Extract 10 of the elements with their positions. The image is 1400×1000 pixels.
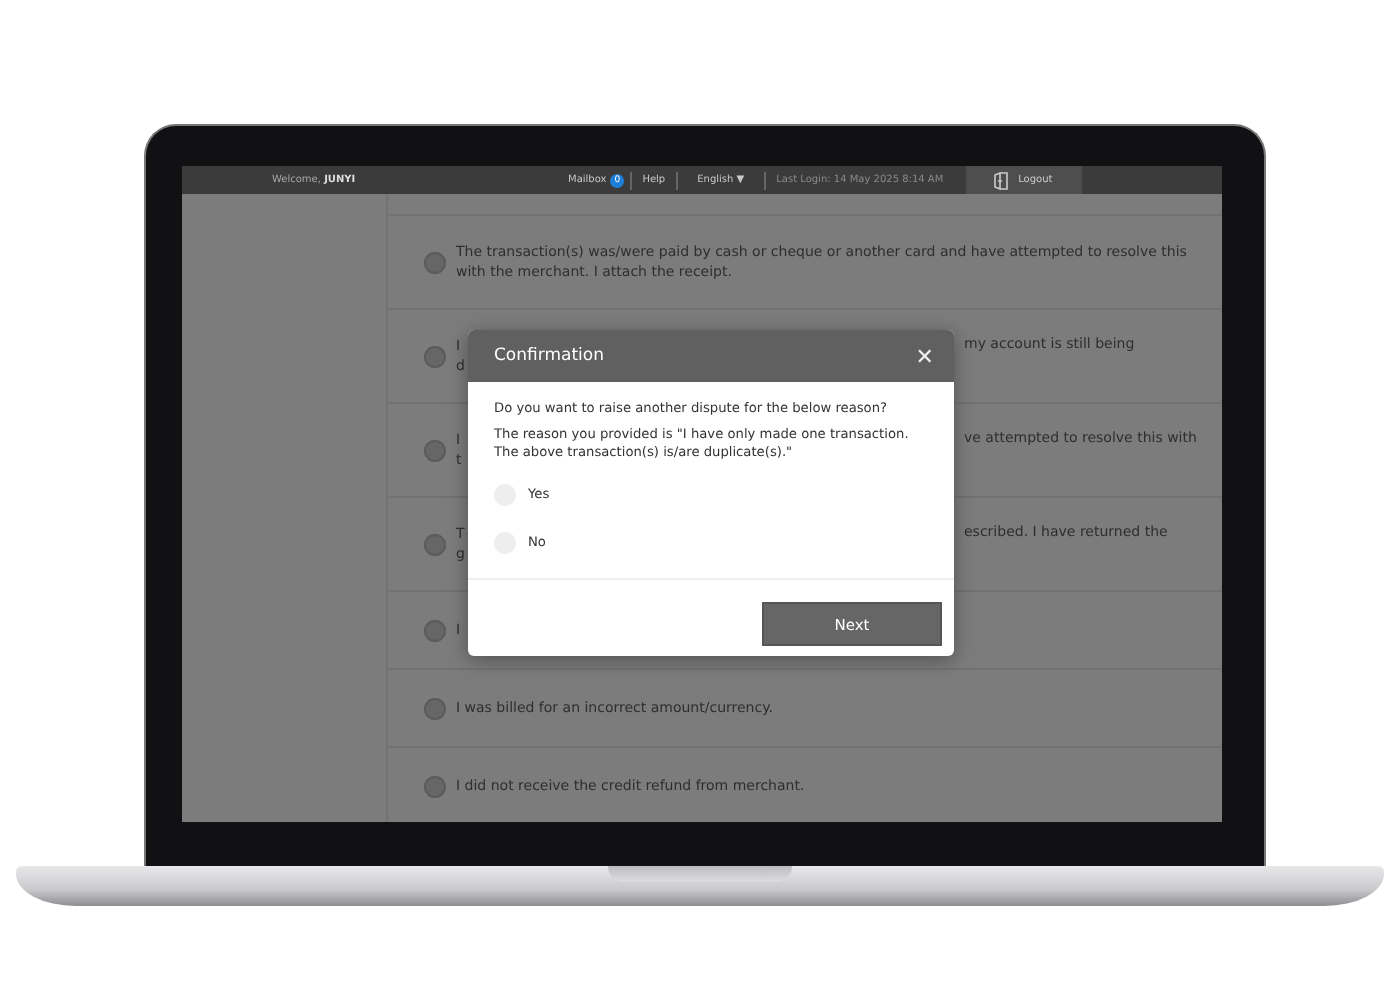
logout-icon xyxy=(994,171,1009,189)
radio-button[interactable] xyxy=(424,697,446,719)
radio-button[interactable] xyxy=(424,345,446,367)
radio-button[interactable] xyxy=(424,439,446,461)
radio-button[interactable] xyxy=(424,619,446,641)
radio-button[interactable] xyxy=(424,251,446,273)
dialog-title: Confirmation xyxy=(494,346,604,366)
radio-button[interactable] xyxy=(424,533,446,555)
radio-button[interactable] xyxy=(424,775,446,797)
close-button[interactable]: ✕ xyxy=(915,345,934,367)
